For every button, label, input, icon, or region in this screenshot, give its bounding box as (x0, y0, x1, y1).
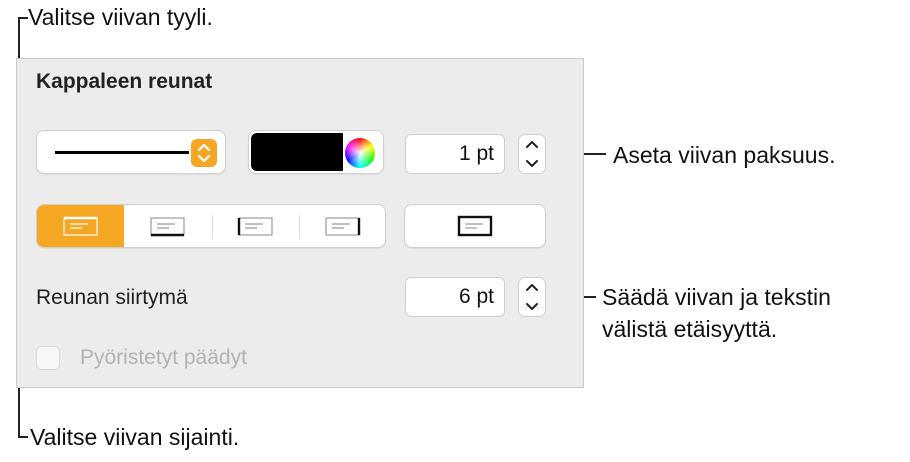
leader-top-horizontal-a (18, 17, 28, 19)
rounded-ends-checkbox[interactable] (36, 346, 60, 370)
callout-line-position: Valitse viivan sijainti. (30, 424, 240, 450)
border-right-button[interactable] (299, 205, 385, 247)
offset-label: Reunan siirtymä (36, 286, 188, 309)
border-color-well[interactable] (248, 130, 384, 174)
border-bottom-button[interactable] (124, 205, 211, 247)
offset-stepper[interactable] (518, 277, 546, 317)
border-left-button[interactable] (212, 205, 299, 247)
solid-line-sample (55, 151, 189, 154)
popup-arrows-icon (191, 139, 217, 167)
line-thickness-stepper[interactable] (518, 134, 546, 174)
callout-line-style: Valitse viivan tyyli. (28, 4, 213, 30)
box-border-icon (457, 215, 493, 237)
panel-title: Kappaleen reunat (36, 70, 213, 93)
stepper-down-icon[interactable] (519, 154, 545, 173)
callout-offset-line2: välistä etäisyyttä. (602, 316, 778, 342)
stepper-down-icon[interactable] (519, 297, 545, 316)
rounded-ends-label: Pyöristetyt päädyt (80, 346, 247, 369)
line-thickness-field[interactable]: 1 pt (405, 134, 505, 174)
color-swatch[interactable] (251, 133, 343, 171)
border-all-button[interactable] (404, 204, 546, 248)
stepper-up-icon[interactable] (519, 278, 545, 297)
stepper-up-icon[interactable] (519, 135, 545, 154)
border-position-segmented (36, 204, 386, 248)
offset-field[interactable]: 6 pt (405, 277, 505, 317)
callout-offset-line1: Säädä viivan ja tekstin (602, 284, 831, 310)
leader-bottom-horizontal-b (18, 436, 28, 438)
border-top-button[interactable] (37, 205, 124, 247)
color-wheel-icon[interactable] (345, 138, 375, 168)
line-style-popup[interactable] (36, 130, 226, 174)
callout-line-thickness: Aseta viivan paksuus. (613, 142, 836, 168)
